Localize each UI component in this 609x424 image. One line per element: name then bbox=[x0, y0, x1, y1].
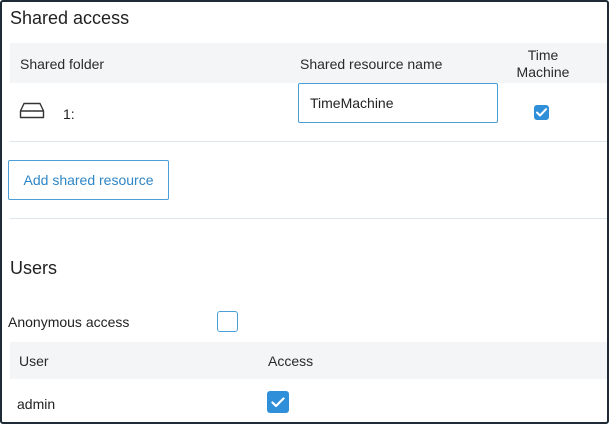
add-shared-resource-button[interactable]: Add shared resource bbox=[8, 160, 169, 200]
section-divider bbox=[10, 218, 607, 219]
time-machine-checkbox[interactable] bbox=[534, 105, 549, 120]
user-access-checkbox[interactable] bbox=[267, 391, 289, 413]
column-header-user: User bbox=[19, 353, 49, 369]
time-machine-header-line2: Machine bbox=[516, 64, 570, 80]
drive-icon bbox=[19, 102, 45, 124]
users-title: Users bbox=[10, 258, 58, 278]
column-header-resource-name: Shared resource name bbox=[300, 56, 443, 72]
settings-panel: Shared access Shared folder Shared resou… bbox=[0, 0, 609, 424]
column-header-access: Access bbox=[268, 353, 314, 369]
column-header-time-machine: Time Machine bbox=[510, 47, 576, 81]
check-icon bbox=[536, 108, 547, 117]
check-icon bbox=[271, 396, 285, 407]
shared-resource-name-input[interactable] bbox=[298, 83, 498, 123]
shared-access-title: Shared access bbox=[10, 8, 130, 28]
column-header-shared-folder: Shared folder bbox=[20, 56, 105, 72]
user-name: admin bbox=[17, 396, 56, 412]
time-machine-header-line1: Time bbox=[527, 47, 559, 63]
anonymous-access-label: Anonymous access bbox=[8, 314, 130, 330]
users-table-header: User Access bbox=[10, 342, 607, 379]
shared-table-header: Shared folder Shared resource name Time … bbox=[10, 43, 607, 83]
anonymous-access-checkbox[interactable] bbox=[217, 311, 238, 332]
row-divider bbox=[10, 141, 607, 142]
shared-folder-value: 1: bbox=[63, 106, 75, 122]
